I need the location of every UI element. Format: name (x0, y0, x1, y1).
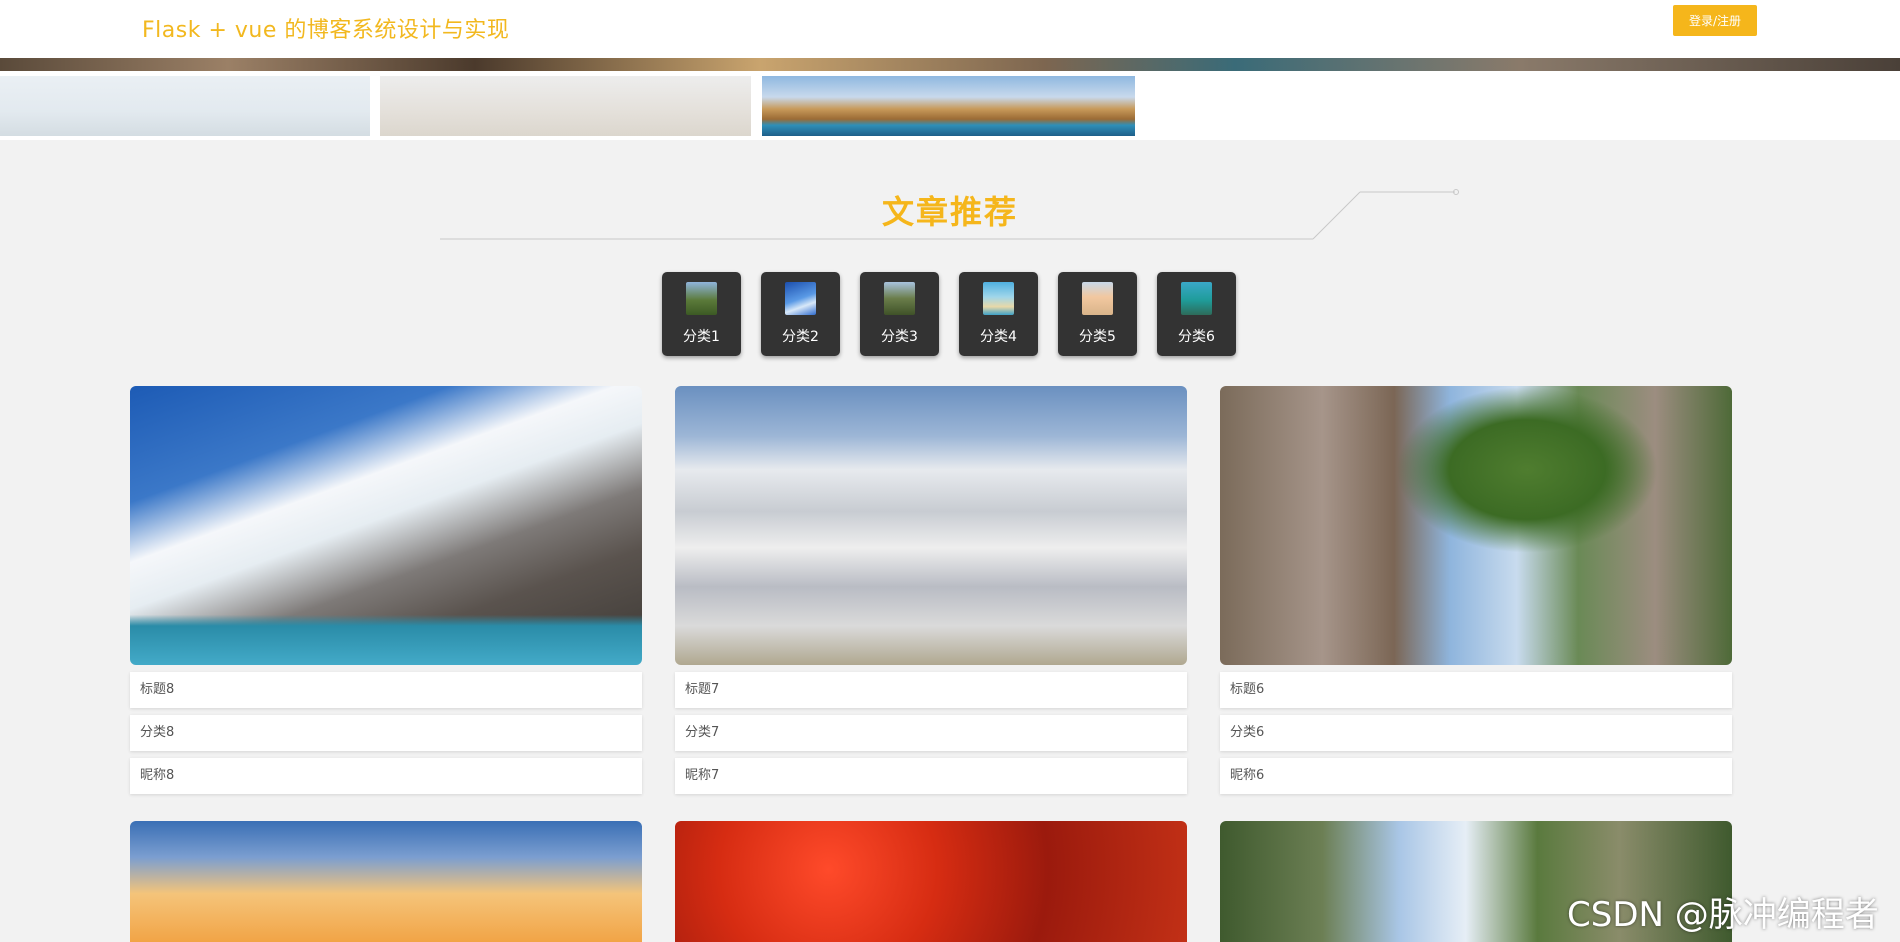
category-image-4 (983, 282, 1014, 315)
article-title: 标题6 (1220, 672, 1732, 708)
category-item-4[interactable]: 分类4 (959, 272, 1038, 356)
article-nickname: 昵称7 (675, 758, 1187, 794)
category-image-3 (884, 282, 915, 315)
article-category: 分类8 (130, 715, 642, 751)
article-image (130, 386, 642, 665)
article-image (675, 821, 1187, 942)
article-nickname: 昵称6 (1220, 758, 1732, 794)
site-title: Flask + vue 的博客系统设计与实现 (142, 18, 510, 43)
article-category: 分类7 (675, 715, 1187, 751)
category-item-5[interactable]: 分类5 (1058, 272, 1137, 356)
article-image (675, 386, 1187, 665)
category-label: 分类1 (683, 329, 720, 345)
category-image-5 (1082, 282, 1113, 315)
login-register-button[interactable]: 登录/注册 (1673, 5, 1757, 36)
category-label: 分类6 (1178, 329, 1215, 345)
category-item-6[interactable]: 分类6 (1157, 272, 1236, 356)
category-item-3[interactable]: 分类3 (860, 272, 939, 356)
article-title: 标题8 (130, 672, 642, 708)
category-label: 分类5 (1079, 329, 1116, 345)
category-image-2 (785, 282, 816, 315)
banner-thumbnail-2[interactable] (380, 76, 751, 136)
category-label: 分类3 (881, 329, 918, 345)
category-item-1[interactable]: 分类1 (662, 272, 741, 356)
banner-thumbnails (0, 71, 1900, 140)
banner-thumbnail-1[interactable] (0, 76, 370, 136)
header: Flask + vue 的博客系统设计与实现 登录/注册 (0, 0, 1900, 58)
article-title: 标题7 (675, 672, 1187, 708)
watermark: CSDN @脉冲编程者 (1567, 895, 1879, 935)
category-image-1 (686, 282, 717, 315)
article-nickname: 昵称8 (130, 758, 642, 794)
category-item-2[interactable]: 分类2 (761, 272, 840, 356)
article-category: 分类6 (1220, 715, 1732, 751)
category-image-6 (1181, 282, 1212, 315)
title-decoration-line (440, 189, 1459, 240)
category-label: 分类4 (980, 329, 1017, 345)
banner-thumbnail-3[interactable] (762, 76, 1135, 136)
article-image (1220, 386, 1732, 665)
article-image (130, 821, 642, 942)
category-label: 分类2 (782, 329, 819, 345)
banner-image (0, 58, 1900, 71)
